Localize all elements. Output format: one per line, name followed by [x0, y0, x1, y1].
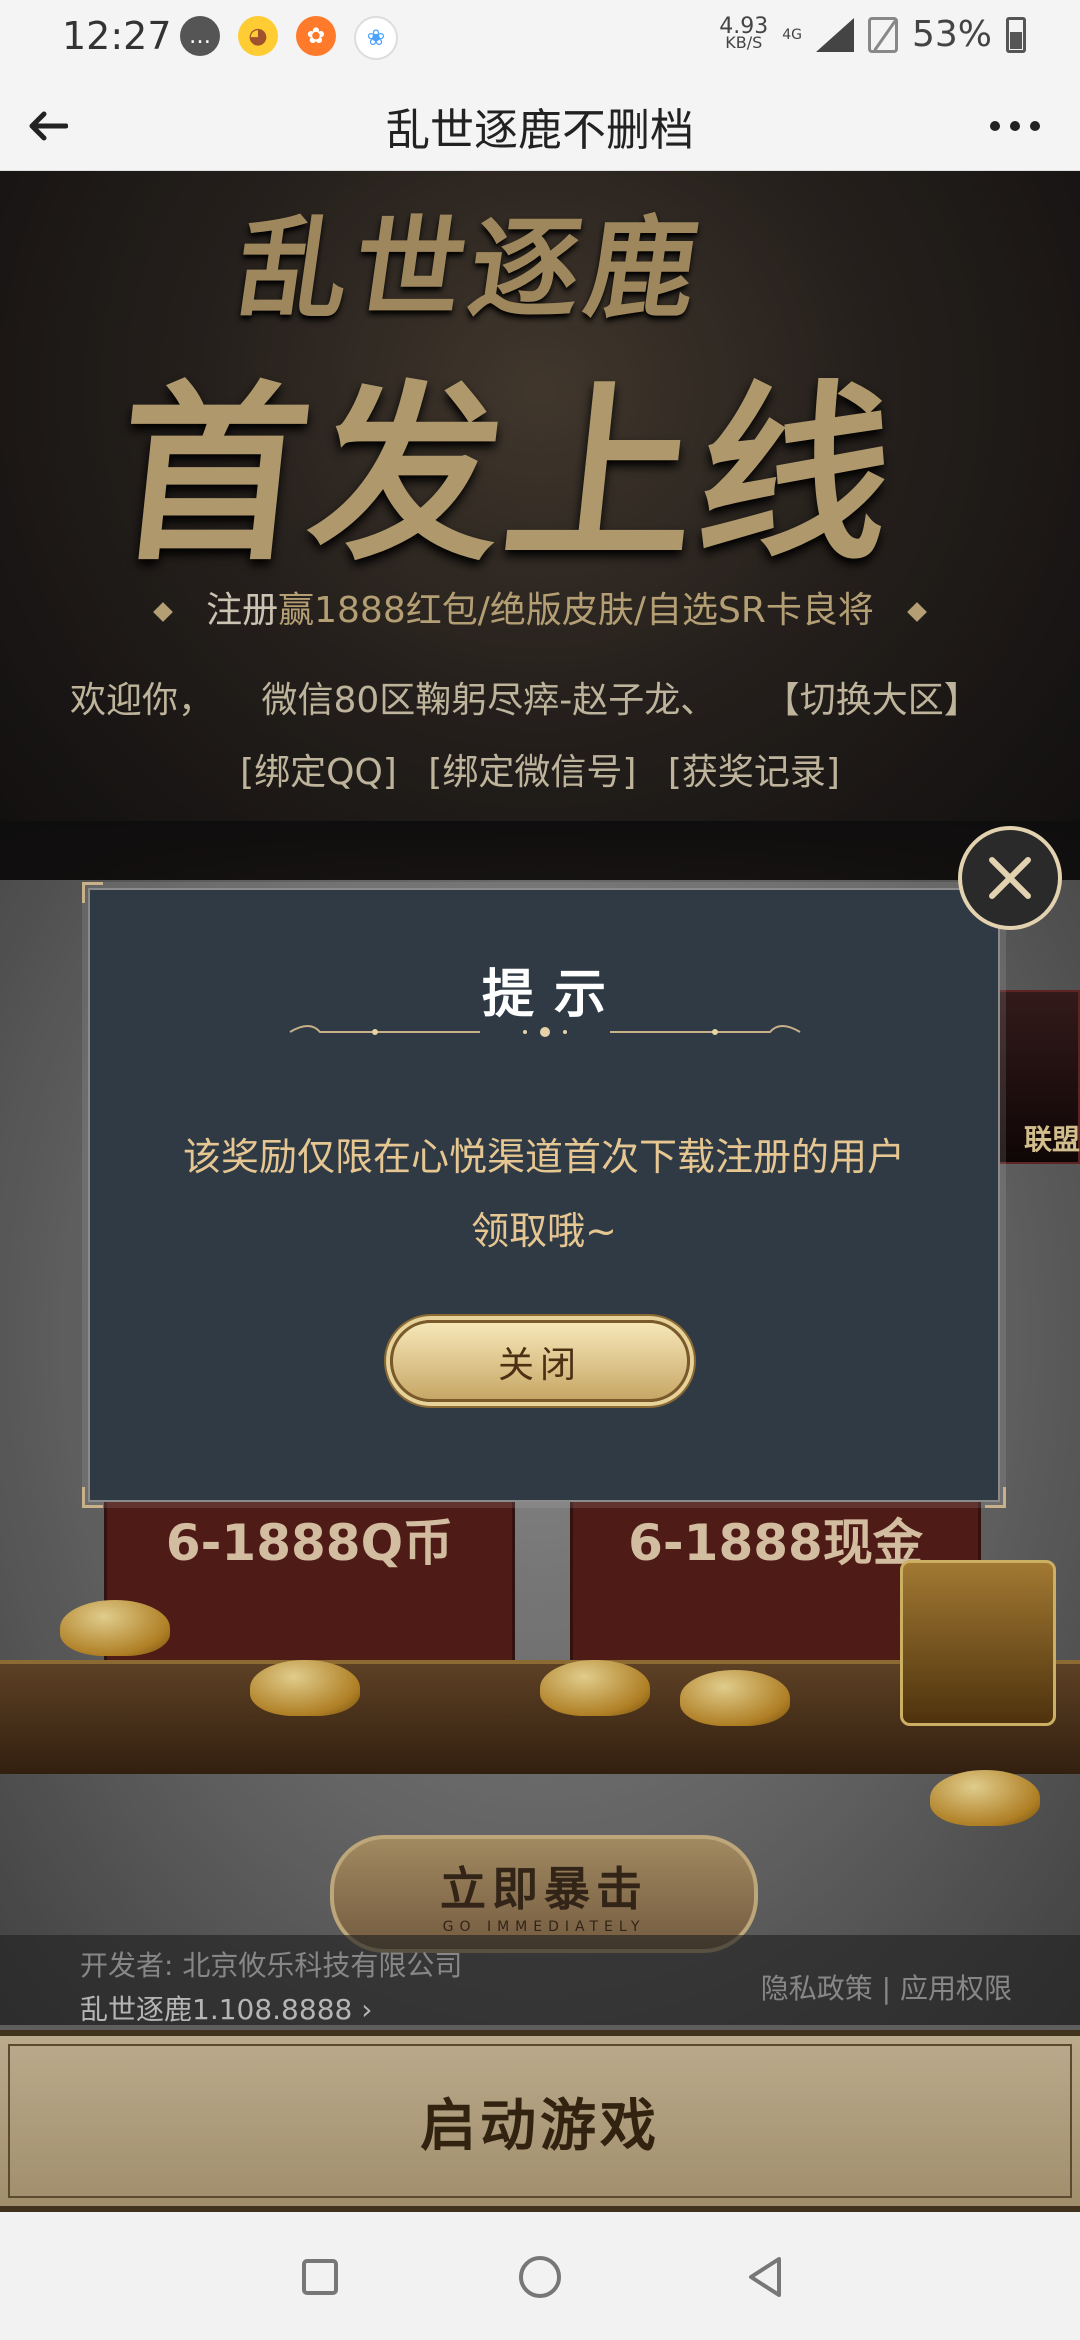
dialog-message-line: 领取哦~ — [471, 1209, 617, 1253]
battery-icon — [1006, 16, 1026, 53]
dialog-message-line: 该奖励仅限在心悦渠道首次下载注册的用户 — [182, 1135, 905, 1179]
dialog-close-label: 关闭 — [497, 1345, 582, 1386]
app-notification-icon: ◕ — [238, 16, 278, 56]
cloud-app-icon: ❀ — [354, 16, 398, 60]
recents-button[interactable] — [295, 2252, 345, 2302]
square-icon — [302, 2259, 338, 2295]
dialog-close-button[interactable]: 关闭 — [390, 1320, 690, 1402]
dialog-corner-ornament — [82, 882, 103, 903]
battery-percent: 53% — [911, 14, 992, 55]
more-dots-icon — [990, 121, 1040, 131]
status-time: 12:27 — [62, 14, 172, 58]
message-icon: … — [180, 16, 220, 56]
page-title: 乱世逐鹿不删档 — [386, 105, 694, 156]
app-bar: 乱世逐鹿不删档 — [0, 80, 1080, 171]
network-speed: 4.93 KB/S — [719, 15, 768, 52]
status-indicators: 4.93 KB/S 4G 53% — [719, 14, 1026, 55]
nav-back-button[interactable] — [740, 2252, 790, 2302]
close-icon — [989, 857, 1031, 899]
network-speed-unit: KB/S — [725, 32, 763, 52]
dialog-corner-ornament — [82, 1487, 103, 1508]
status-bar: 12:27 … ◕ ✿ ❀ 4.93 KB/S 4G 53% — [0, 0, 1080, 80]
triangle-back-icon — [749, 2257, 781, 2297]
dialog-message: 该奖励仅限在心悦渠道首次下载注册的用户 领取哦~ — [130, 1120, 958, 1268]
circle-icon — [519, 2256, 561, 2298]
home-button[interactable] — [515, 2252, 565, 2302]
close-x-button[interactable] — [958, 826, 1062, 930]
dialog-corner-ornament — [985, 1487, 1006, 1508]
system-nav-bar — [0, 2212, 1080, 2340]
no-sim-icon — [867, 16, 898, 53]
app-notification-icon: ✿ — [296, 16, 336, 56]
network-type: 4G — [782, 26, 802, 43]
title-divider-ornament — [289, 1025, 801, 1037]
signal-icon — [815, 17, 854, 52]
more-options-button[interactable] — [980, 96, 1050, 156]
notification-icons: … ◕ ✿ ❀ — [180, 16, 398, 60]
tip-dialog: 提示 该奖励仅限在心悦渠道首次下载注册的用户 领取哦~ 关闭 — [82, 882, 1006, 1508]
